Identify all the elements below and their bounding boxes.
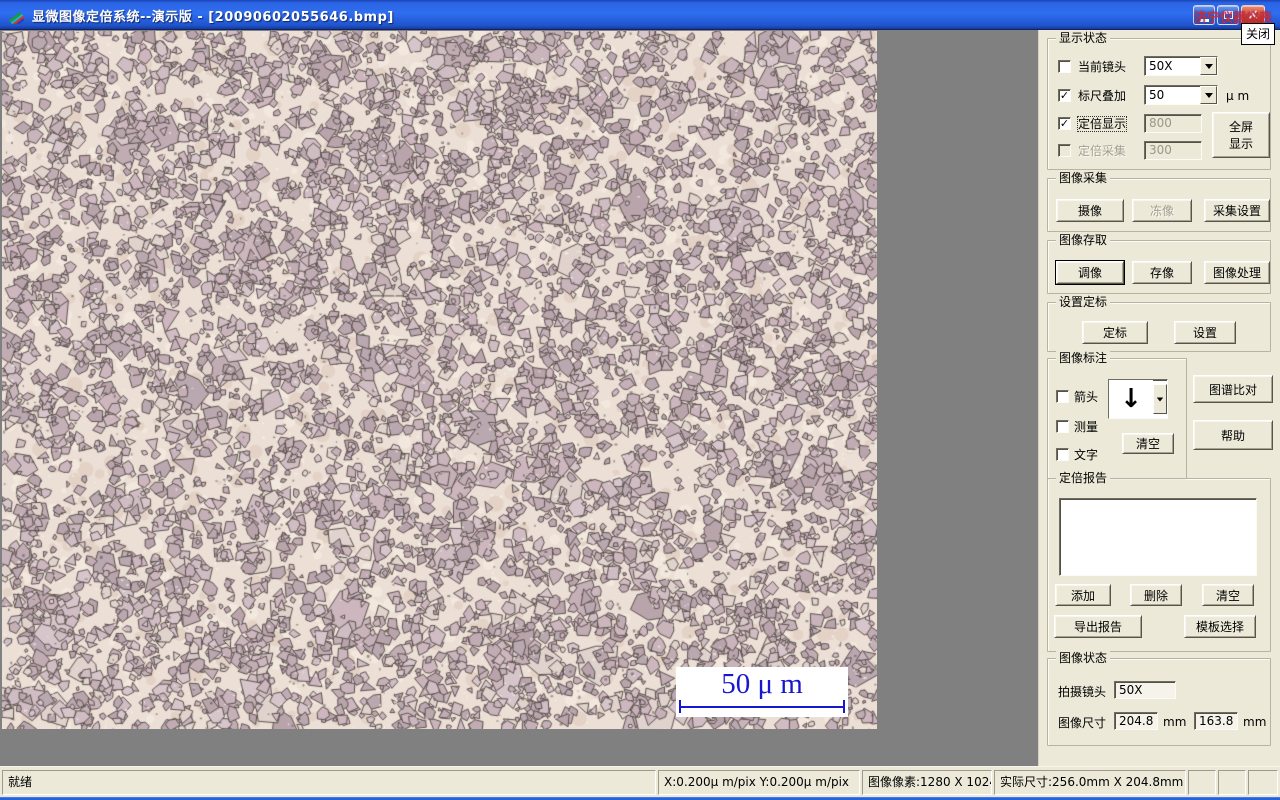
ruler-size-dropdown-button[interactable] — [1200, 86, 1217, 104]
current-lens-dropdown-button[interactable] — [1200, 57, 1217, 75]
calibrate-button[interactable]: 定标 — [1082, 321, 1148, 344]
load-image-button[interactable]: 调像 — [1055, 260, 1125, 285]
checkbox-ruler-overlay-label: 标尺叠加 — [1078, 89, 1127, 103]
image-width-unit: mm — [1163, 715, 1187, 729]
lens-field: 50X — [1114, 681, 1176, 699]
scale-bar-tick-right — [843, 700, 845, 713]
image-height-field: 163.8 — [1194, 712, 1238, 730]
checkbox-fixed-display[interactable]: ✓ — [1058, 117, 1071, 130]
statusbar-panel-empty — [1218, 770, 1246, 795]
group-display-status-label: 显示状态 — [1056, 31, 1111, 45]
group-image-storage-label: 图像存取 — [1056, 233, 1111, 247]
checkbox-fixed-capture — [1058, 144, 1071, 157]
chevron-down-icon — [1204, 63, 1213, 69]
help-button[interactable]: 帮助 — [1193, 420, 1273, 450]
checkbox-fixed-display-label: 定倍显示 — [1076, 116, 1128, 132]
image-size-label: 图像尺寸 — [1058, 716, 1107, 730]
group-calibration-label: 设置定标 — [1056, 295, 1111, 309]
title-bar[interactable]: 显微图像定倍系统--演示版 - [20090602055646.bmp] × 济… — [0, 0, 1280, 30]
checkbox-arrow[interactable] — [1056, 390, 1069, 403]
annotation-clear-button[interactable]: 清空 — [1122, 433, 1174, 454]
report-template-button[interactable]: 模板选择 — [1184, 615, 1256, 638]
group-image-capture: 图像采集 摄像 冻像 采集设置 — [1047, 171, 1271, 232]
checkbox-current-lens[interactable] — [1058, 60, 1071, 73]
close-tooltip: 关闭 — [1241, 23, 1276, 45]
checkbox-current-lens-label: 当前镜头 — [1078, 60, 1127, 74]
arrow-style-select[interactable]: ↓ — [1108, 379, 1168, 419]
fixed-capture-field: 300 — [1144, 141, 1202, 160]
capture-settings-button[interactable]: 采集设置 — [1204, 199, 1270, 222]
fixed-display-value: 800 — [1149, 116, 1172, 130]
statusbar-ready: 就绪 — [2, 770, 656, 795]
fullscreen-button[interactable]: 全屏 显示 — [1212, 112, 1270, 158]
group-image-status-label: 图像状态 — [1056, 651, 1111, 665]
scale-bar-label: 50 μ m — [721, 668, 803, 700]
chevron-down-icon — [1156, 397, 1164, 401]
ruler-size-value: 50 — [1149, 88, 1165, 102]
lens-value: 50X — [1119, 683, 1143, 697]
atlas-compare-button[interactable]: 图谱比对 — [1193, 375, 1273, 403]
group-annotation: 图像标注 箭头 ↓ 测量 文字 清空 — [1047, 351, 1187, 480]
group-calibration: 设置定标 定标 设置 — [1047, 295, 1271, 352]
shoot-button[interactable]: 摄像 — [1056, 199, 1124, 222]
statusbar-image-pixels: 图像像素:1280 X 1024 — [862, 770, 992, 795]
group-display-status: 显示状态 当前镜头 50X ✓ 标尺叠加 50 μ m ✓ 定倍显示 800 定… — [1047, 31, 1271, 170]
status-bar: 就绪 X:0.200μ m/pix Y:0.200μ m/pix 图像像素:12… — [0, 766, 1280, 797]
statusbar-pixel-scale: X:0.200μ m/pix Y:0.200μ m/pix — [658, 770, 860, 795]
app-icon — [8, 11, 25, 24]
fullscreen-button-line2: 显示 — [1228, 137, 1253, 151]
report-clear-button[interactable]: 清空 — [1202, 584, 1254, 606]
calibration-settings-button[interactable]: 设置 — [1174, 321, 1236, 344]
scale-bar-tick-left — [679, 700, 681, 713]
statusbar-panel-empty — [1188, 770, 1216, 795]
arrow-down-icon: ↓ — [1120, 384, 1142, 414]
group-report-label: 定倍报告 — [1056, 471, 1111, 485]
image-height-value: 163.8 — [1199, 714, 1234, 728]
group-image-status: 图像状态 拍摄镜头 50X 图像尺寸 204.8 mm 163.8 mm — [1047, 651, 1271, 746]
arrow-style-dropdown-button[interactable] — [1153, 384, 1167, 414]
scale-bar-overlay: 50 μ m — [676, 667, 848, 717]
report-export-button[interactable]: 导出报告 — [1054, 615, 1142, 638]
lens-label: 拍摄镜头 — [1058, 685, 1107, 699]
group-annotation-label: 图像标注 — [1056, 351, 1111, 365]
application-window: 显微图像定倍系统--演示版 - [20090602055646.bmp] × 济… — [0, 0, 1280, 800]
micrograph-image[interactable]: 50 μ m — [2, 31, 877, 729]
checkbox-text-label: 文字 — [1074, 448, 1099, 462]
fixed-display-field: 800 — [1144, 114, 1202, 133]
current-lens-select[interactable]: 50X — [1144, 56, 1218, 76]
ruler-unit-label: μ m — [1226, 89, 1250, 103]
image-width-value: 204.8 — [1119, 714, 1154, 728]
image-process-button[interactable]: 图像处理 — [1204, 261, 1270, 284]
checkbox-fixed-capture-label: 定倍采集 — [1078, 144, 1127, 158]
group-report: 定倍报告 添加 删除 清空 导出报告 模板选择 — [1047, 471, 1271, 652]
chevron-down-icon — [1204, 92, 1213, 98]
current-lens-value: 50X — [1149, 59, 1173, 73]
report-add-button[interactable]: 添加 — [1055, 584, 1111, 606]
micrograph-canvas — [2, 31, 877, 729]
checkbox-text[interactable] — [1056, 448, 1069, 461]
statusbar-actual-size: 实际尺寸:256.0mm X 204.8mm — [994, 770, 1186, 795]
group-image-capture-label: 图像采集 — [1056, 171, 1111, 185]
client-area: 50 μ m 显示状态 当前镜头 50X ✓ 标尺叠加 50 μ m ✓ 定倍显… — [0, 30, 1280, 766]
checkbox-arrow-label: 箭头 — [1074, 390, 1099, 404]
report-delete-button[interactable]: 删除 — [1130, 584, 1182, 606]
checkbox-measure[interactable] — [1056, 420, 1069, 433]
window-title: 显微图像定倍系统--演示版 - [20090602055646.bmp] — [32, 10, 394, 25]
image-width-field: 204.8 — [1114, 712, 1158, 730]
scale-bar-line — [679, 706, 845, 708]
arrow-style-preview: ↓ — [1109, 380, 1153, 418]
report-listbox[interactable] — [1059, 498, 1257, 576]
checkbox-ruler-overlay[interactable]: ✓ — [1058, 89, 1071, 102]
control-panel: 显示状态 当前镜头 50X ✓ 标尺叠加 50 μ m ✓ 定倍显示 800 定… — [1038, 30, 1280, 766]
ruler-size-select[interactable]: 50 — [1144, 85, 1218, 105]
statusbar-panel-empty — [1248, 770, 1278, 795]
fullscreen-button-line1: 全屏 — [1228, 120, 1253, 134]
checkbox-measure-label: 测量 — [1074, 420, 1099, 434]
freeze-button: 冻像 — [1132, 199, 1192, 222]
image-height-unit: mm — [1243, 715, 1267, 729]
group-image-storage: 图像存取 调像 存像 图像处理 — [1047, 233, 1271, 294]
save-image-button[interactable]: 存像 — [1132, 261, 1192, 284]
fixed-capture-value: 300 — [1149, 143, 1172, 157]
